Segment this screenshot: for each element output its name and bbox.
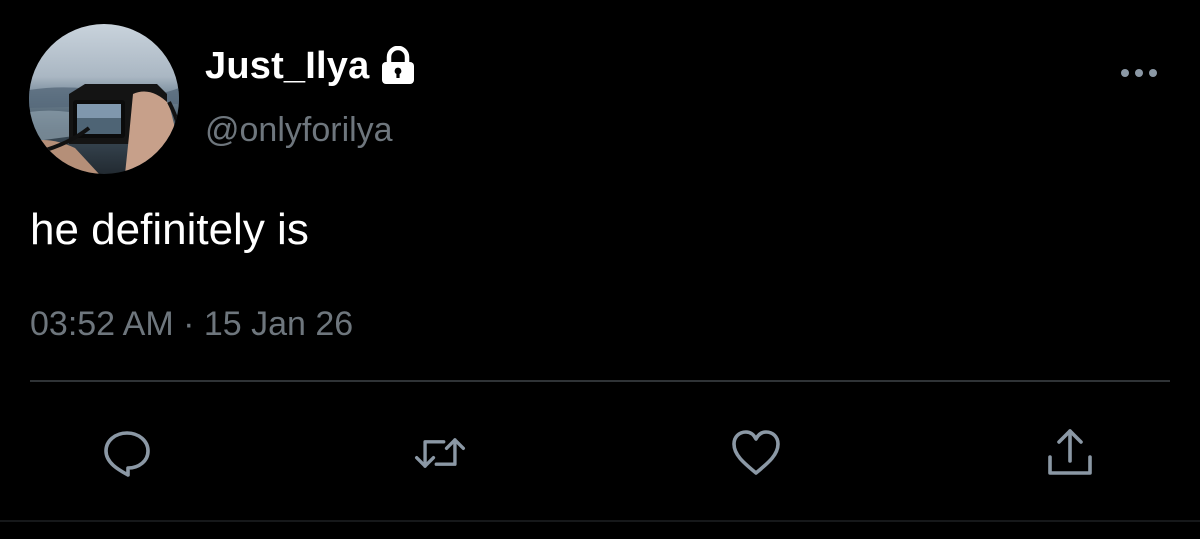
- avatar[interactable]: [29, 24, 179, 174]
- bottom-divider: [0, 520, 1200, 522]
- retweet-button[interactable]: [412, 425, 468, 481]
- divider: [30, 380, 1170, 382]
- reply-icon: [104, 431, 150, 477]
- tweet-detail: Just_Ilya @onlyforilya he definitely is …: [0, 0, 1200, 539]
- display-name-row[interactable]: Just_Ilya: [205, 44, 417, 88]
- display-name[interactable]: Just_Ilya: [205, 44, 369, 88]
- tweet-timestamp[interactable]: 03:52 AM · 15 Jan 26: [30, 302, 353, 346]
- reply-button[interactable]: [99, 425, 155, 481]
- avatar-image: [29, 24, 179, 174]
- like-button[interactable]: [728, 425, 784, 481]
- more-options-icon[interactable]: [1118, 62, 1160, 84]
- heart-icon: [732, 430, 780, 475]
- user-handle[interactable]: @onlyforilya: [205, 108, 393, 152]
- share-button[interactable]: [1042, 425, 1098, 481]
- retweet-icon: [414, 438, 466, 468]
- share-icon: [1048, 429, 1092, 475]
- lock-icon: [379, 45, 417, 86]
- tweet-text: he definitely is: [30, 205, 309, 254]
